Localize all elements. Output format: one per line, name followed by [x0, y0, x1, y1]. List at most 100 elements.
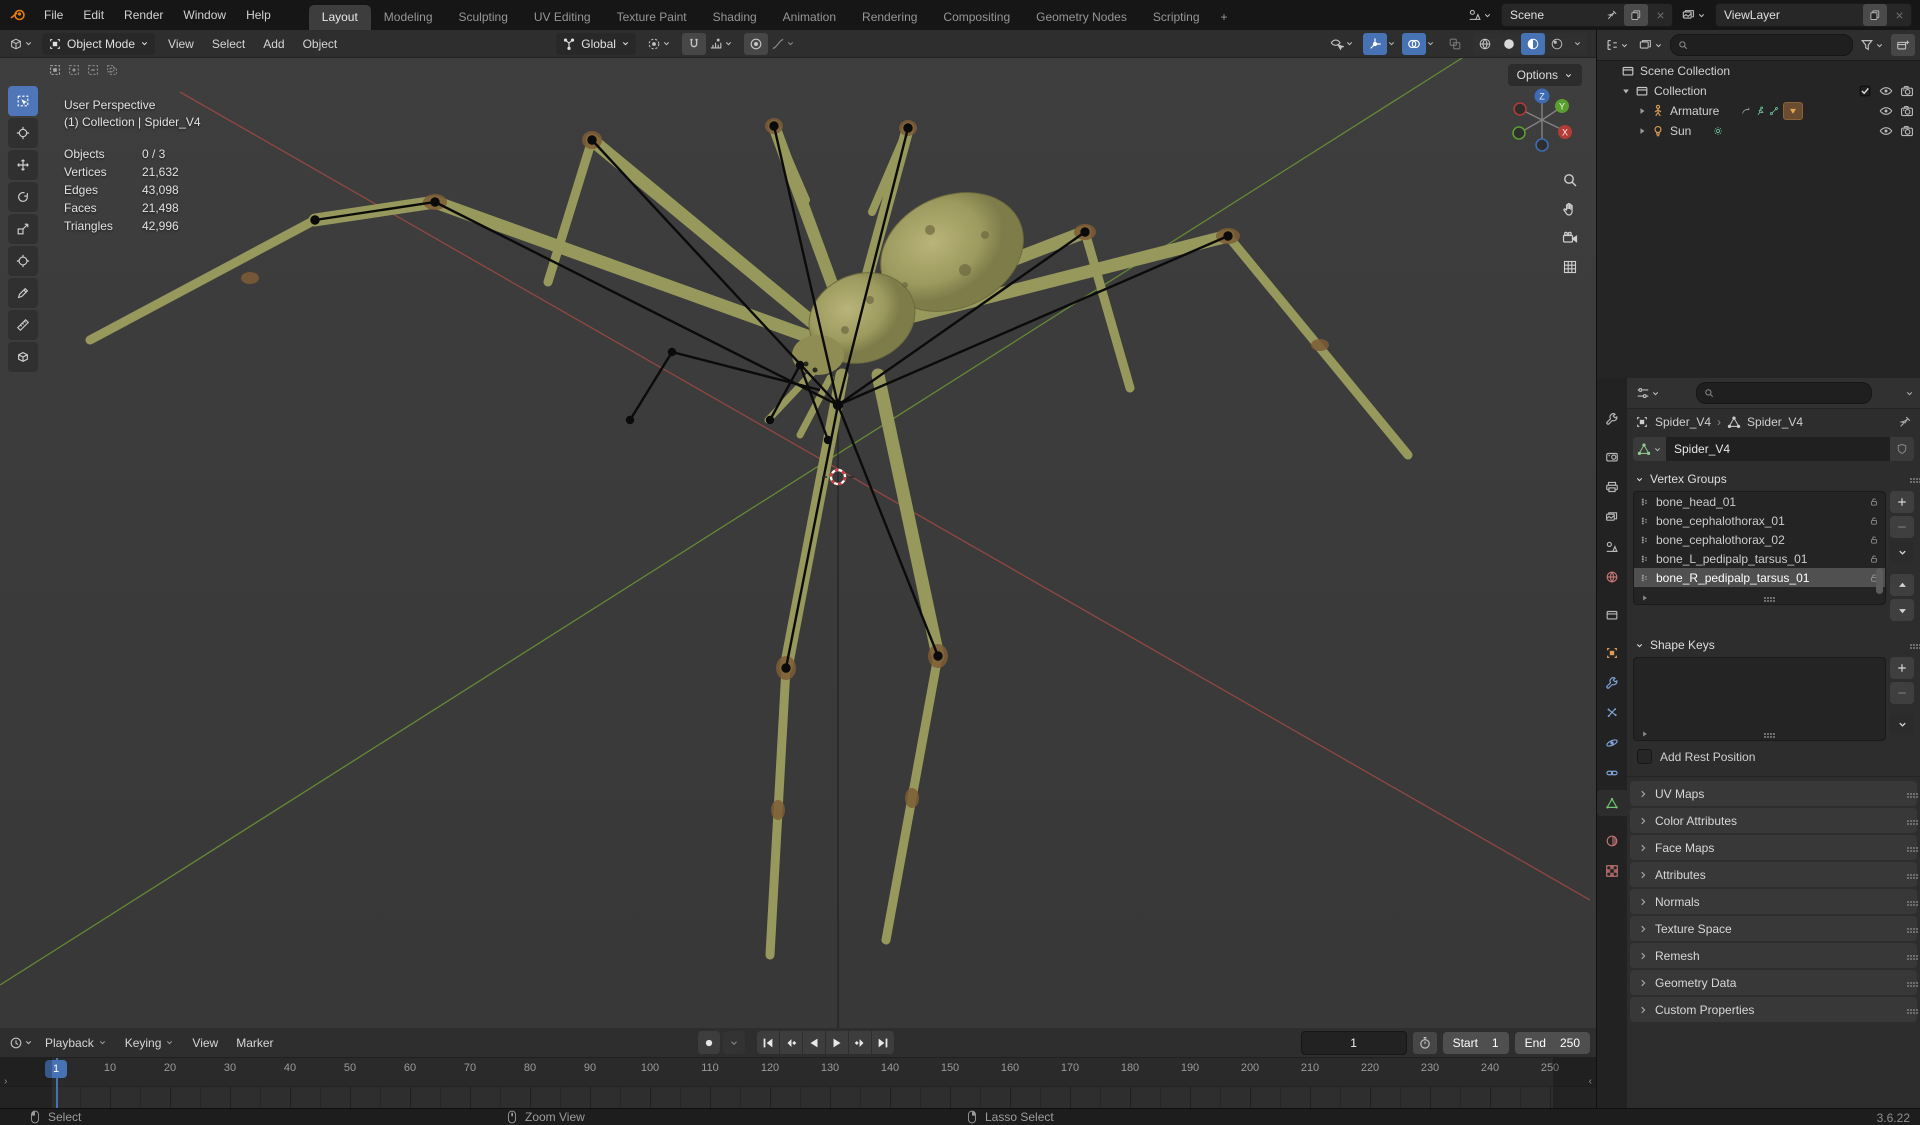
panel-grip[interactable] [1907, 981, 1909, 984]
camera-toggle-icon[interactable] [1900, 124, 1914, 138]
vertex-group-row[interactable]: bone_L_pedipalp_tarsus_01 [1634, 549, 1885, 568]
add-rest-position-checkbox[interactable] [1637, 749, 1652, 764]
orientation-dropdown[interactable]: Global [556, 32, 636, 55]
disclosure-right-icon[interactable] [1637, 126, 1647, 136]
move-group-up-button[interactable] [1890, 574, 1914, 596]
tab-animation[interactable]: Animation [770, 5, 849, 30]
disclosure-right-icon[interactable] [1637, 106, 1647, 116]
camera-view-icon[interactable] [1562, 230, 1578, 246]
tab-shading[interactable]: Shading [700, 5, 770, 30]
scale-tool-button[interactable] [8, 214, 38, 244]
shape-keys-list[interactable] [1633, 657, 1886, 741]
annotate-tool-button[interactable] [8, 278, 38, 308]
remove-shape-key-button[interactable] [1890, 682, 1914, 704]
vertex-group-row[interactable]: bone_head_01 [1634, 492, 1885, 511]
record-button[interactable] [698, 1031, 720, 1054]
properties-tab-tool[interactable] [1597, 406, 1627, 432]
panel-grip[interactable] [1910, 644, 1912, 646]
pin-icon[interactable] [1898, 415, 1912, 429]
properties-tab-output[interactable] [1597, 474, 1627, 500]
mode-dropdown[interactable]: Object Mode [42, 32, 156, 55]
editor-type-icon[interactable] [6, 37, 36, 51]
record-dropdown[interactable] [723, 1031, 745, 1054]
panel-grip[interactable] [1907, 819, 1909, 822]
outliner-item-label[interactable]: Collection [1654, 84, 1707, 98]
shading-dropdown[interactable] [1569, 39, 1586, 48]
properties-tab-texture[interactable] [1597, 858, 1627, 884]
rotate-tool-button[interactable] [8, 182, 38, 212]
shading-wireframe-button[interactable] [1473, 33, 1497, 55]
timeline-ruler[interactable]: 10 20 30 40 50 60 70 80 90 100 110 120 130 140 150 160 1… [0, 1058, 1596, 1086]
shape-key-specials-menu[interactable] [1890, 713, 1914, 735]
add-shape-key-button[interactable] [1890, 657, 1914, 679]
properties-tab-world[interactable] [1597, 564, 1627, 590]
lock-open-icon[interactable] [1869, 516, 1879, 526]
topbar-menu-file[interactable]: File [34, 8, 73, 22]
auto-keying-stopwatch-icon[interactable] [1412, 1031, 1437, 1054]
move-tool-button[interactable] [8, 150, 38, 180]
blender-logo-icon[interactable] [10, 7, 26, 23]
properties-options-dropdown[interactable] [1905, 389, 1914, 398]
vertex-group-specials-menu[interactable] [1890, 541, 1914, 563]
scene-browse-icon[interactable] [1465, 8, 1495, 22]
fake-user-shield-icon[interactable] [1890, 437, 1914, 461]
scene-field[interactable]: Scene [1501, 3, 1673, 27]
sun-icon[interactable] [1713, 126, 1723, 136]
action-icon[interactable] [1741, 106, 1751, 116]
pan-hand-icon[interactable] [1562, 201, 1578, 217]
eye-toggle-icon[interactable] [1879, 84, 1893, 98]
selectability-dropdown[interactable] [1327, 37, 1357, 51]
timeline-menu-keying[interactable]: Keying [116, 1036, 184, 1050]
panel-attributes[interactable]: Attributes [1630, 862, 1917, 887]
eye-toggle-icon[interactable] [1879, 104, 1893, 118]
vertex-groups-list[interactable]: bone_head_01 bone_cephalothorax_01 bone_ce… [1633, 491, 1886, 605]
timeline-track[interactable] [0, 1086, 1596, 1109]
topbar-menu-help[interactable]: Help [236, 8, 281, 22]
new-scene-icon[interactable] [1624, 4, 1648, 26]
tri-badge-icon[interactable] [1783, 102, 1804, 120]
resize-corner-icon[interactable] [1640, 593, 1650, 603]
add-cube-tool-button[interactable] [8, 342, 38, 372]
new-collection-button[interactable] [1891, 34, 1915, 56]
vertex-group-name[interactable]: bone_cephalothorax_01 [1656, 514, 1785, 528]
vertex-group-name[interactable]: bone_R_pedipalp_tarsus_01 [1656, 571, 1809, 585]
list-scrollbar[interactable] [1876, 568, 1883, 594]
viewport-menu-add[interactable]: Add [254, 37, 293, 51]
panel-custom-properties[interactable]: Custom Properties [1630, 997, 1917, 1022]
snap-settings-dropdown[interactable] [706, 37, 736, 51]
add-vertex-group-button[interactable] [1890, 491, 1914, 513]
navigation-gizmo[interactable]: Z Y X [1504, 86, 1580, 162]
panel-grip[interactable] [1907, 900, 1909, 903]
bone-icon[interactable] [1769, 106, 1779, 116]
panel-geometry-data[interactable]: Geometry Data [1630, 970, 1917, 995]
shading-rendered-button[interactable] [1545, 33, 1569, 55]
vertex-group-name[interactable]: bone_cephalothorax_02 [1656, 533, 1785, 547]
shape-keys-panel-header[interactable]: Shape Keys [1627, 633, 1920, 657]
outliner-item-label[interactable]: Scene Collection [1640, 64, 1730, 78]
remove-viewlayer-icon[interactable] [1887, 4, 1911, 26]
breadcrumb-object[interactable]: Spider_V4 [1655, 415, 1711, 429]
viewport-menu-select[interactable]: Select [203, 37, 254, 51]
panel-face-maps[interactable]: Face Maps [1630, 835, 1917, 860]
transform-tool-button[interactable] [8, 246, 38, 276]
vertex-groups-panel-header[interactable]: Vertex Groups [1627, 467, 1920, 491]
cursor-tool-button[interactable] [8, 118, 38, 148]
breadcrumb-data[interactable]: Spider_V4 [1747, 415, 1803, 429]
properties-tab-object[interactable] [1597, 640, 1627, 666]
outliner-row-collection[interactable]: Collection [1597, 81, 1920, 101]
jump-end-button[interactable] [872, 1031, 894, 1054]
remove-vertex-group-button[interactable] [1890, 516, 1914, 538]
list-resize-grip[interactable] [1763, 597, 1766, 599]
outliner-item-label[interactable]: Armature [1670, 104, 1719, 118]
resize-corner-icon[interactable] [1640, 729, 1650, 739]
tab-geometry-nodes[interactable]: Geometry Nodes [1023, 5, 1140, 30]
lock-open-icon[interactable] [1869, 554, 1879, 564]
tab-uv-editing[interactable]: UV Editing [521, 5, 604, 30]
display-mode-icon[interactable] [1636, 38, 1666, 52]
eye-toggle-icon[interactable] [1879, 124, 1893, 138]
jump-start-button[interactable] [757, 1031, 779, 1054]
vertex-group-name[interactable]: bone_head_01 [1656, 495, 1736, 509]
properties-tab-viewlayer[interactable] [1597, 504, 1627, 530]
properties-tab-physics[interactable] [1597, 730, 1627, 756]
vertex-group-row[interactable]: bone_cephalothorax_01 [1634, 511, 1885, 530]
